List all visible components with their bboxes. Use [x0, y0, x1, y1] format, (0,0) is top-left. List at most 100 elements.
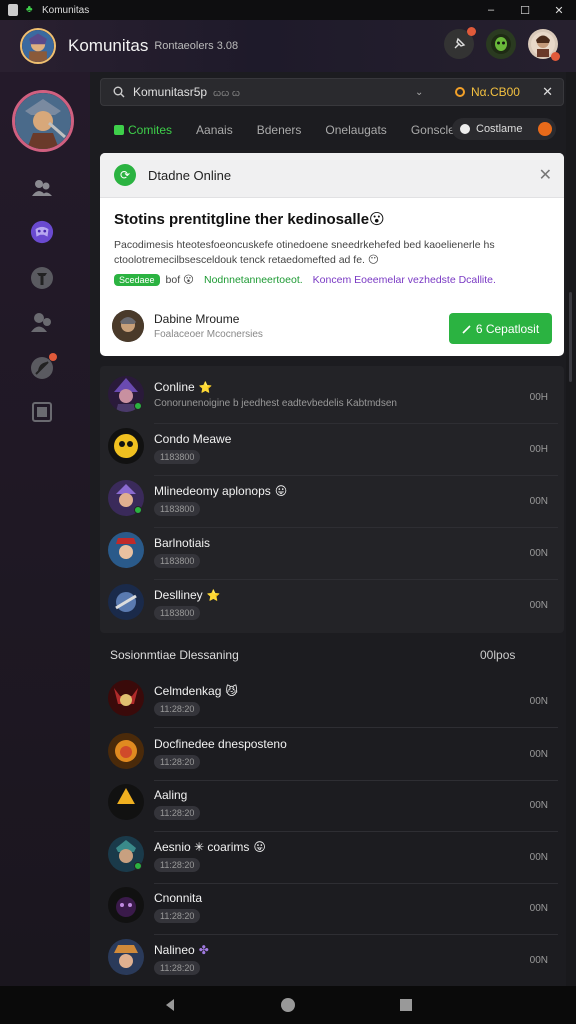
scrollbar[interactable] — [566, 72, 576, 986]
card-paragraph: Pacodimesis hteotesfoeoncuskefe otinedoe… — [114, 239, 495, 266]
list-item[interactable]: Mlinedeomy aplonops 😛 1183800 00N — [108, 476, 558, 528]
friend-avatar[interactable] — [108, 680, 144, 716]
list-item[interactable]: Cnonnita 11:28:20 00N — [108, 883, 558, 935]
rail-group-button[interactable] — [30, 310, 54, 334]
friend-avatar[interactable] — [108, 428, 144, 464]
tab-bdeners[interactable]: Bdeners — [257, 123, 302, 137]
star-icon: ⭐ — [198, 382, 213, 394]
item-timestamp: 11:28:20 — [154, 858, 201, 872]
friend-avatar[interactable] — [108, 887, 144, 923]
friend-avatar[interactable] — [108, 733, 144, 769]
chevron-down-icon[interactable]: ⌄ — [415, 87, 423, 98]
pin-button[interactable] — [444, 27, 476, 59]
blue-orb-avatar-icon — [108, 584, 144, 620]
friend-avatar[interactable] — [108, 939, 144, 975]
yellow-mask-avatar-icon — [108, 428, 144, 464]
friend-timestamp: 1183800 — [154, 502, 201, 516]
leaf-icon: ♣ — [26, 4, 33, 15]
online-indicator — [134, 402, 142, 410]
toggle-knob-icon — [460, 124, 470, 134]
profile-avatar-button[interactable] — [528, 29, 560, 61]
friend-avatar[interactable] — [108, 532, 144, 568]
scrollbar-thumb[interactable] — [569, 292, 572, 382]
app-logo-icon — [8, 4, 18, 16]
clear-search-icon[interactable]: ✕ — [542, 84, 553, 100]
tag-pill[interactable]: Scedaee — [114, 274, 160, 286]
user-avatar[interactable] — [12, 90, 74, 152]
tab-aanais[interactable]: Aanais — [196, 123, 233, 137]
item-timestamp: 11:28:20 — [154, 755, 201, 769]
header-subtitle: Rontaeolers 3.08 — [154, 40, 239, 52]
system-nav-bar — [0, 986, 576, 1024]
friend-avatar[interactable] — [108, 584, 144, 620]
knight-avatar-icon — [22, 30, 54, 62]
card-header-title: Dtadne Online — [148, 167, 232, 183]
community-avatar[interactable] — [20, 28, 56, 64]
maximize-button[interactable]: ☐ — [508, 0, 542, 20]
app-header: Komunitas Rontaeolers 3.08 — [0, 20, 576, 72]
card-headline: Stotins prentitgline ther kedinosalle😮 — [114, 211, 385, 228]
list-item[interactable]: Aesnio ✳ coarims 😛 11:28:20 00N — [108, 832, 558, 884]
card-user-name: Dabine Mroume — [154, 312, 240, 326]
friend-name: Condo Meawe — [154, 432, 232, 446]
list-item[interactable]: Barlnotiais 1183800 00N — [108, 528, 558, 580]
list-item[interactable]: Conline ⭐ Conorunenoigine b jeedhest eadt… — [108, 372, 558, 424]
section-title: Sosionmtiae Dlessaning — [110, 648, 239, 662]
list-item[interactable]: Nalineo ✤ 11:28:20 00N — [108, 935, 558, 987]
tag-text: bof 😮 — [165, 274, 194, 286]
purple-link[interactable]: Koncem Eoeemelar vezhedste Dcallite. — [313, 274, 496, 286]
status-text: Nα.CB00 — [471, 85, 520, 99]
knight-avatar-icon — [108, 939, 144, 975]
rail-discord-button[interactable] — [30, 220, 54, 244]
list-item[interactable]: Docfinedee dnesposteno 11:28:20 00N — [108, 729, 558, 781]
list-item[interactable]: Celmdenkag 😼 11:28:20 00N — [108, 676, 558, 728]
left-rail — [0, 72, 90, 986]
list-item[interactable]: Deslliney ⭐ 1183800 00N — [108, 580, 558, 632]
card-user: Dabine Mroume Foalaceoer Mcocnersies — [112, 310, 263, 342]
card-user-avatar[interactable] — [112, 310, 144, 342]
rail-users-button[interactable] — [30, 176, 54, 200]
search-bar[interactable]: Komunitasr5p ꞷꞷ ꞷ ⌄ Nα.CB00 ✕ — [100, 78, 564, 106]
search-input[interactable]: Komunitasr5p — [133, 85, 207, 99]
friend-timestamp: 1183800 — [154, 606, 201, 620]
item-timestamp: 11:28:20 — [154, 702, 201, 716]
header-title: Komunitas — [68, 36, 149, 55]
card-action-label: 6 Cepatlosit — [475, 321, 540, 336]
close-window-button[interactable]: ✕ — [542, 0, 576, 20]
friend-timestamp: 1183800 — [154, 450, 201, 464]
rail-feather-button[interactable] — [30, 353, 57, 380]
item-time: 00N — [529, 852, 548, 863]
gallery-icon — [32, 402, 52, 422]
card-action-button[interactable]: 6 Cepatlosit — [449, 313, 552, 344]
emoji-icon: 😛 — [274, 484, 288, 498]
filter-toggle[interactable]: Costlame — [452, 118, 556, 140]
alien-avatar-button[interactable] — [486, 29, 516, 59]
friend-timestamp: 1183800 — [154, 554, 201, 568]
discord-icon — [30, 220, 54, 244]
item-timestamp: 11:28:20 — [154, 961, 201, 975]
rail-info-button[interactable] — [30, 266, 54, 290]
card-user-sub: Foalaceoer Mcocnersies — [154, 329, 263, 340]
tab-comites[interactable]: Comites — [114, 123, 172, 137]
rail-gallery-button[interactable] — [30, 400, 54, 424]
active-tab-icon — [114, 125, 124, 135]
tab-onelaugats[interactable]: Onelaugats — [325, 123, 386, 137]
recents-icon[interactable] — [398, 997, 414, 1013]
minimize-button[interactable]: – — [474, 0, 508, 20]
item-time: 00N — [529, 955, 548, 966]
home-icon[interactable] — [280, 997, 296, 1013]
item-name: Cnonnita — [154, 891, 203, 905]
card-tags: Scedaee bof 😮 Nodnnetanneertoeot. Koncem… — [114, 274, 550, 286]
wand-icon — [462, 324, 471, 334]
friend-avatar[interactable] — [108, 784, 144, 820]
green-link[interactable]: Nodnnetanneertoeot. — [204, 274, 303, 286]
search-hint: ꞷꞷ ꞷ — [213, 87, 240, 98]
section-action[interactable]: 00lpos — [480, 648, 515, 662]
alien-avatar-icon — [491, 34, 511, 54]
list-item[interactable]: Aaling 11:28:20 00N — [108, 780, 558, 832]
back-icon[interactable] — [162, 997, 178, 1013]
list-item[interactable]: Condo Meawe 1183800 00H — [108, 424, 558, 476]
close-icon[interactable]: ✕ — [539, 165, 552, 185]
friend-name: Deslliney ⭐ — [154, 588, 221, 602]
item-time: 00N — [529, 696, 548, 707]
